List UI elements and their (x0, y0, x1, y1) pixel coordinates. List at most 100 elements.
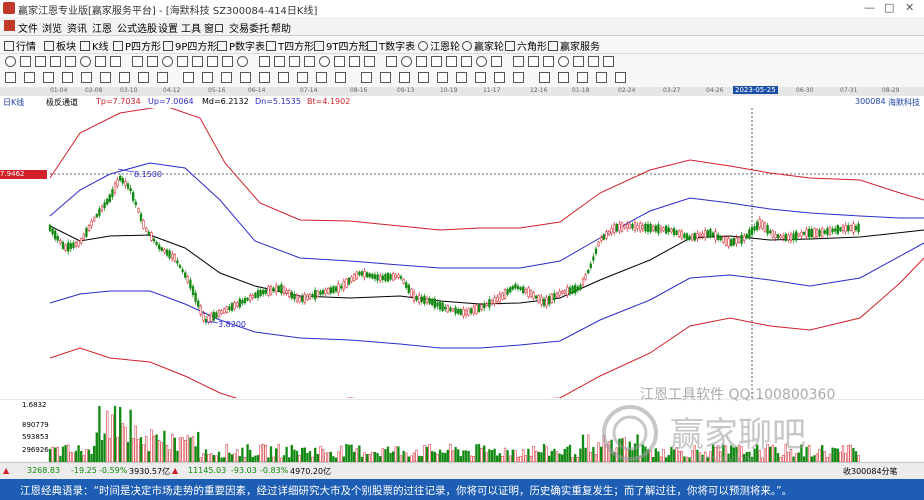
status-right-text[interactable]: 收300084分笔 (843, 466, 898, 477)
up-icon[interactable] (543, 56, 554, 67)
menu-tools[interactable]: 工具 (181, 20, 201, 35)
layout-10-icon[interactable] (539, 72, 550, 83)
period-8-icon[interactable] (138, 72, 149, 83)
delete-icon[interactable] (237, 56, 248, 67)
line-icon[interactable] (65, 56, 76, 67)
gann-box-icon[interactable] (147, 56, 158, 67)
tool-service[interactable]: 赢家服务 (548, 38, 600, 53)
layout-3-icon[interactable] (399, 72, 410, 83)
text-icon[interactable] (177, 56, 188, 67)
cursor-icon[interactable] (5, 56, 16, 67)
tool-9p-square[interactable]: 9P四方形 (163, 38, 217, 53)
tool-t-square[interactable]: T四方形 (266, 38, 314, 53)
tool-winner-wheel[interactable]: 赢家轮 (462, 38, 504, 53)
pause-icon[interactable] (334, 56, 345, 67)
menu-window[interactable]: 窗口 (204, 20, 224, 35)
tool-p-square[interactable]: P四方形 (113, 38, 161, 53)
ellipse-icon[interactable] (222, 56, 233, 67)
period-4-icon[interactable] (62, 72, 73, 83)
tool-kline[interactable]: K线 (80, 38, 109, 53)
color-wheel-icon[interactable] (596, 72, 607, 83)
tool-gann-wheel[interactable]: 江恩轮 (418, 38, 460, 53)
layout-5-icon[interactable] (437, 72, 448, 83)
color-icon[interactable] (386, 56, 397, 67)
ray-icon[interactable] (80, 56, 91, 67)
period-5-icon[interactable] (81, 72, 92, 83)
tool-quotes[interactable]: 行情 (4, 38, 36, 53)
period-3-icon[interactable] (43, 72, 54, 83)
layout-6-icon[interactable] (456, 72, 467, 83)
left-icon[interactable] (513, 56, 524, 67)
tool-t-table[interactable]: T数字表 (367, 38, 415, 53)
indicator-7-icon[interactable] (278, 72, 289, 83)
tool-9t-square[interactable]: 9T四方形 (314, 38, 368, 53)
indicator-5-icon[interactable] (240, 72, 251, 83)
indicator-4-icon[interactable] (221, 72, 232, 83)
layout-9-icon[interactable] (513, 72, 524, 83)
menu-help[interactable]: 帮助 (271, 20, 291, 35)
indicator-9-icon[interactable] (316, 72, 327, 83)
channel-icon[interactable] (95, 56, 106, 67)
grid-icon[interactable] (364, 56, 375, 67)
play-icon[interactable] (319, 56, 330, 67)
menu-file[interactable]: 文件 (18, 20, 38, 35)
gann-fan-icon[interactable] (132, 56, 143, 67)
menu-formula[interactable]: 公式选股 (117, 20, 157, 35)
layout-2-icon[interactable] (380, 72, 391, 83)
period-2-icon[interactable] (24, 72, 35, 83)
print-icon[interactable] (416, 56, 427, 67)
indicator-2-icon[interactable] (183, 72, 194, 83)
app-menu-icon[interactable] (4, 20, 15, 31)
split-icon[interactable] (588, 56, 599, 67)
unlock-icon[interactable] (461, 56, 472, 67)
indicator-6-icon[interactable] (259, 72, 270, 83)
indicator-8-icon[interactable] (297, 72, 308, 83)
zoom-out-icon[interactable] (35, 56, 46, 67)
copy-icon[interactable] (431, 56, 442, 67)
menu-gann[interactable]: 江恩 (92, 20, 112, 35)
period-7-icon[interactable] (119, 72, 130, 83)
first-icon[interactable] (289, 56, 300, 67)
status-icon-2[interactable]: ▲ (172, 466, 178, 475)
layout-1-icon[interactable] (361, 72, 372, 83)
arrow-icon[interactable] (192, 56, 203, 67)
indicator-1-icon[interactable] (157, 72, 168, 83)
down-icon[interactable] (558, 56, 569, 67)
minimize-icon[interactable]: — (864, 1, 875, 14)
zoom-in-icon[interactable] (20, 56, 31, 67)
tool-p-table[interactable]: P数字表 (217, 38, 265, 53)
last-icon[interactable] (304, 56, 315, 67)
rect-icon[interactable] (207, 56, 218, 67)
indicator-3-icon[interactable] (202, 72, 213, 83)
menu-settings[interactable]: 设置 (158, 20, 178, 35)
layout-8-icon[interactable] (494, 72, 505, 83)
layout-7-icon[interactable] (475, 72, 486, 83)
period-1-icon[interactable] (5, 72, 16, 83)
undo-icon[interactable] (476, 56, 487, 67)
close-icon[interactable]: ✕ (905, 1, 914, 14)
tool-hexagon[interactable]: 六角形 (505, 38, 547, 53)
menu-trade[interactable]: 交易委托 (229, 20, 269, 35)
menu-info[interactable]: 资讯 (67, 20, 87, 35)
status-icon-1[interactable]: ▲ (3, 466, 9, 475)
crosshair-icon[interactable] (50, 56, 61, 67)
period-6-icon[interactable] (100, 72, 111, 83)
indicator-name[interactable]: 极反通道 (46, 97, 78, 108)
fib-icon[interactable] (110, 56, 121, 67)
redo-icon[interactable] (491, 56, 502, 67)
tool-sector[interactable]: 板块 (44, 38, 76, 53)
help-icon[interactable] (603, 56, 614, 67)
settings-icon[interactable] (615, 72, 626, 83)
price-chart[interactable]: 8.1500 3.8200 (0, 108, 924, 398)
maximize-icon[interactable]: □ (884, 1, 894, 14)
stop-icon[interactable] (349, 56, 360, 67)
menu-browse[interactable]: 浏览 (42, 20, 62, 35)
lock-icon[interactable] (446, 56, 457, 67)
prev-icon[interactable] (259, 56, 270, 67)
full-icon[interactable] (573, 56, 584, 67)
save-icon[interactable] (401, 56, 412, 67)
layout-11-icon[interactable] (558, 72, 569, 83)
layout-4-icon[interactable] (418, 72, 429, 83)
cycle-icon[interactable] (162, 56, 173, 67)
next-icon[interactable] (274, 56, 285, 67)
